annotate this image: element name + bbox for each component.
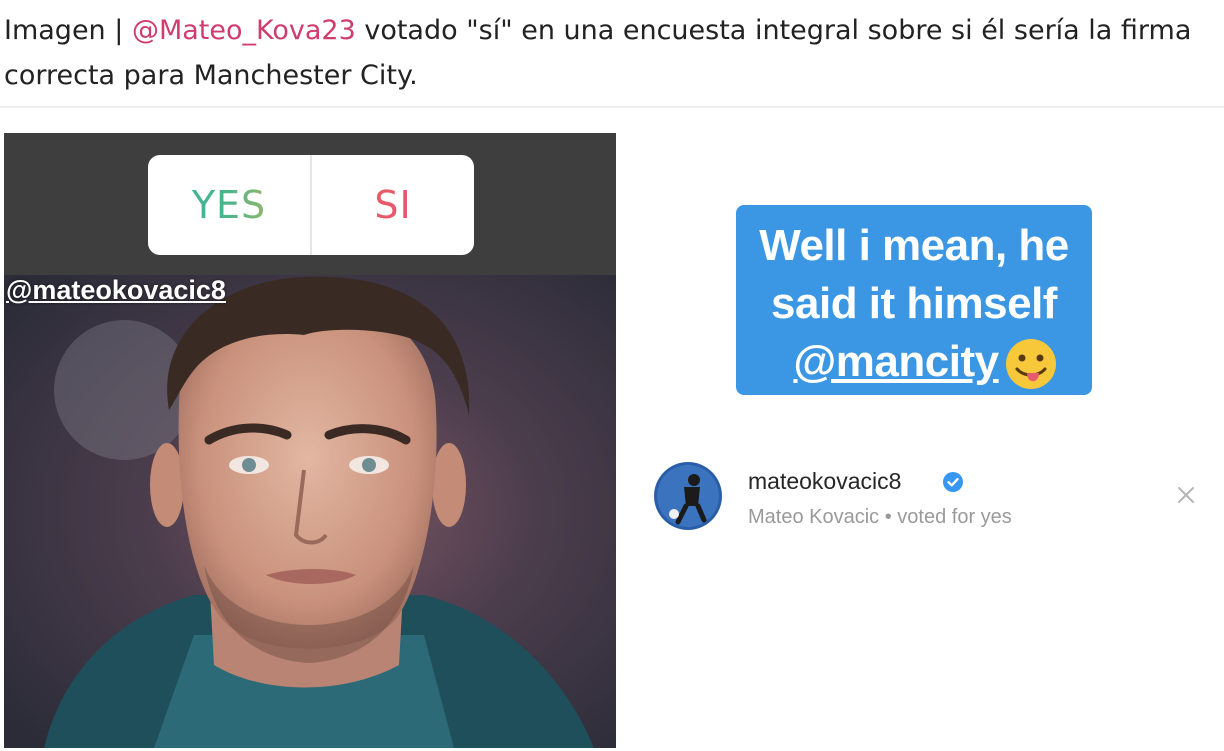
quote-sticker: Well i mean, he said it himself @mancity: [736, 205, 1092, 395]
story-image: YES SI @mateokovacic8: [4, 133, 616, 748]
voter-username[interactable]: mateokovacic8: [748, 468, 901, 495]
story-mention-tag[interactable]: @mateokovacic8: [6, 275, 226, 306]
post-caption: Imagen | @Mateo_Kova23 votado "sí" en un…: [4, 8, 1214, 98]
quote-line-2: said it himself: [771, 279, 1057, 328]
close-icon[interactable]: [1175, 484, 1197, 506]
quote-mention-link[interactable]: @mancity: [793, 337, 999, 386]
tongue-out-face-icon: [1006, 339, 1056, 389]
caption-prefix: Imagen |: [4, 15, 132, 46]
caption-divider: [0, 106, 1224, 108]
poll-sticker[interactable]: YES SI: [148, 155, 474, 255]
player-portrait: [4, 275, 616, 748]
poll-option-si[interactable]: SI: [312, 155, 474, 255]
voter-subtitle: Mateo Kovacic • voted for yes: [748, 506, 1012, 528]
avatar-image: [654, 462, 722, 530]
avatar[interactable]: [654, 462, 722, 530]
caption-mention-link[interactable]: @Mateo_Kova23: [132, 15, 356, 46]
verified-badge-icon: [943, 472, 963, 492]
quote-line-1: Well i mean, he: [759, 221, 1069, 270]
poll-option-yes[interactable]: YES: [148, 155, 310, 255]
